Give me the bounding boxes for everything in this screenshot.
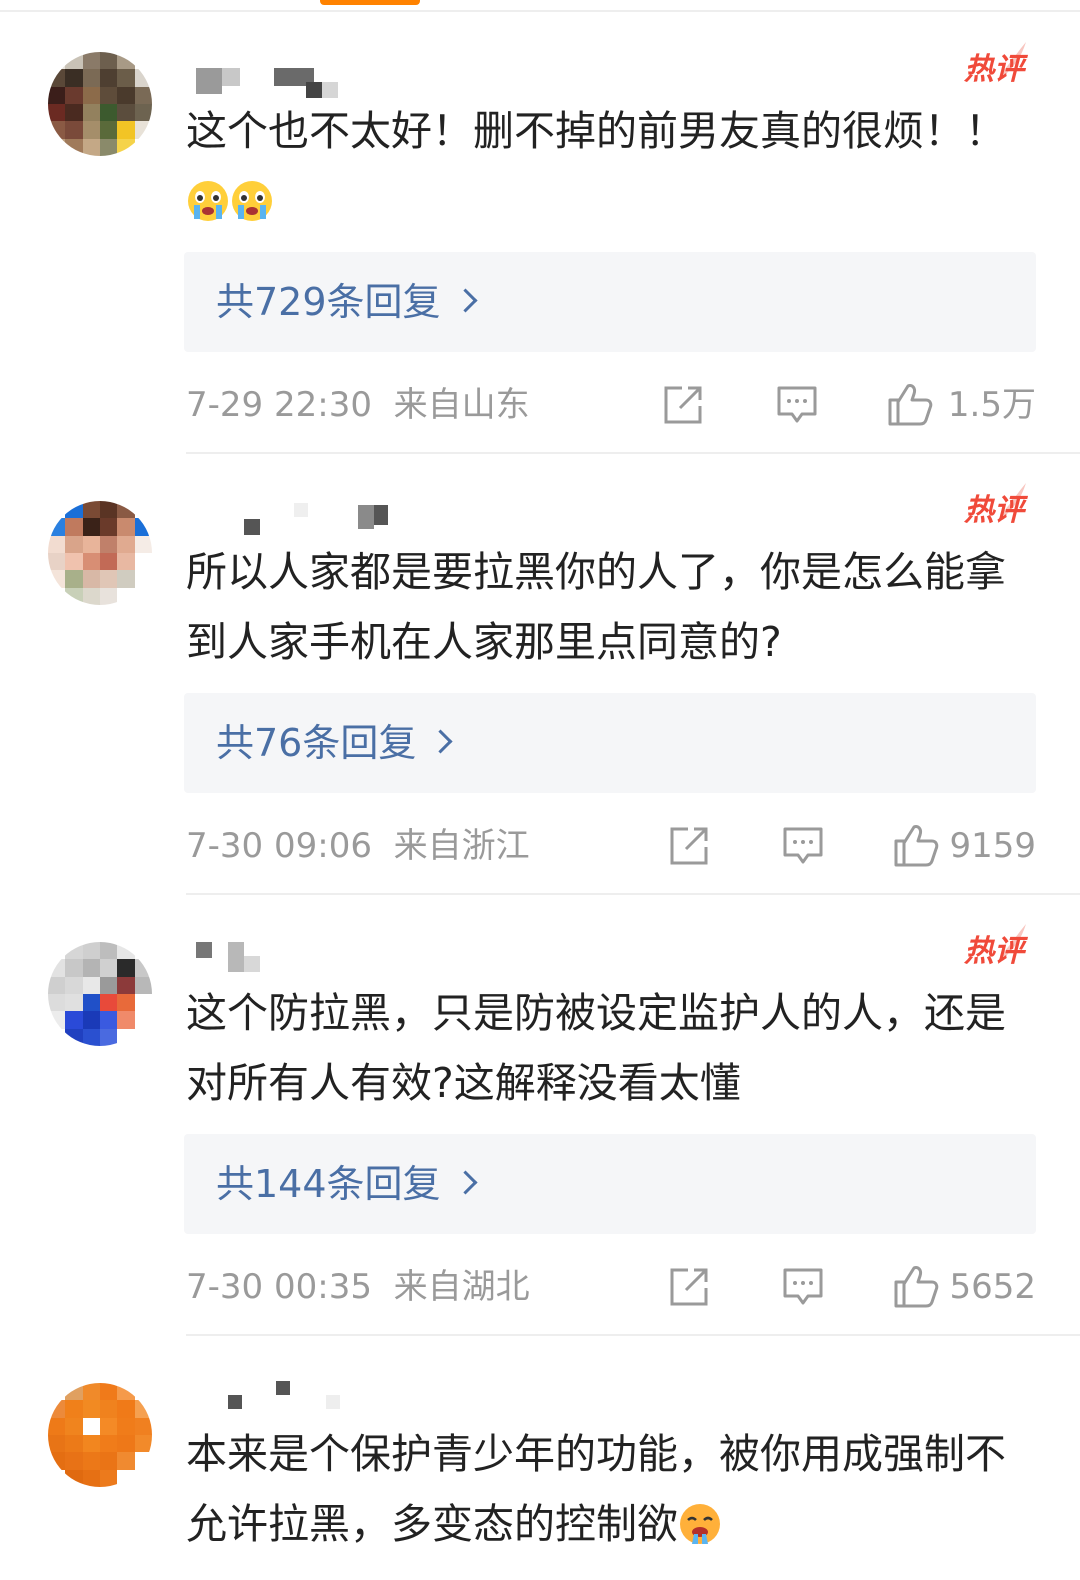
username-pixelated[interactable] [190,64,370,100]
chevron-right-icon [428,729,453,754]
like-count: 1.5万 [947,385,1036,425]
like-count: 5652 [949,1267,1036,1307]
comment-icon[interactable] [776,384,818,426]
username-pixelated[interactable] [190,501,388,537]
share-icon[interactable] [668,1266,710,1308]
comment-body: 这个也不太好！删不掉的前男友真的很烦！！ [186,107,1006,155]
avatar[interactable] [48,1383,152,1487]
comment-meta: 7-30 00:35 来自湖北 5652 [186,1262,1036,1312]
comment-divider [186,1334,1080,1336]
hot-label: 热评 [964,934,1024,969]
hot-label: 热评 [964,52,1024,87]
comment-body: 所以人家都是要拉黑你的人了，你是怎么能拿到人家手机在人家那里点同意的? [186,548,1006,666]
comment-text: 这个防拉黑，只是防被设定监护人的人，还是对所有人有效?这解释没看太懂 [186,978,1046,1118]
comment-text: 这个也不太好！删不掉的前男友真的很烦！！ [186,96,1046,236]
chevron-right-icon [453,1170,478,1195]
comment-icon[interactable] [782,1266,824,1308]
replies-count: 共729条回复 [216,280,441,324]
comment-divider [186,452,1080,454]
comment-body: 本来是个保护青少年的功能，被你用成强制不允许拉黑，多变态的控制欲 [186,1430,1006,1548]
like-count: 9159 [949,826,1036,866]
comment-meta: 7-29 22:30 来自山东 1.5万 [186,380,1036,430]
replies-count: 共144条回复 [216,1162,441,1206]
replies-link[interactable]: 共144条回复 [216,1134,478,1234]
hot-comment-badge: 热评 [944,924,1026,972]
username-pixelated[interactable] [190,1379,370,1415]
share-icon[interactable] [662,384,704,426]
comment-icon[interactable] [782,825,824,867]
like-icon[interactable] [892,821,940,869]
replies-link[interactable]: 共729条回复 [216,252,478,352]
replies-link[interactable]: 共76条回复 [216,693,453,793]
comment-meta: 7-30 09:06 来自浙江 9159 [186,821,1036,871]
timestamp: 7-30 00:35 来自湖北 [186,1267,530,1307]
hot-comment-badge: 热评 [944,42,1026,90]
hot-comment-badge: 热评 [944,483,1026,531]
top-divider [0,10,1080,12]
replies-box[interactable]: 共76条回复 [184,693,1036,793]
hot-face-icon [680,1504,720,1544]
crying-face-icon [188,181,228,221]
chevron-right-icon [453,288,478,313]
replies-count: 共76条回复 [216,721,417,765]
comment-text: 所以人家都是要拉黑你的人了，你是怎么能拿到人家手机在人家那里点同意的? [186,537,1046,677]
timestamp: 7-30 09:06 来自浙江 [186,826,530,866]
crying-face-icon [232,181,272,221]
avatar[interactable] [48,52,152,156]
comment-body: 这个防拉黑，只是防被设定监护人的人，还是对所有人有效?这解释没看太懂 [186,989,1006,1107]
comment-divider [186,893,1080,895]
like-icon[interactable] [886,380,934,428]
timestamp: 7-29 22:30 来自山东 [186,385,530,425]
share-icon[interactable] [668,825,710,867]
comment-text: 本来是个保护青少年的功能，被你用成强制不允许拉黑，多变态的控制欲 [186,1419,1046,1559]
like-icon[interactable] [892,1262,940,1310]
username-pixelated[interactable] [190,940,370,976]
active-tab-indicator [320,0,420,5]
replies-box[interactable]: 共144条回复 [184,1134,1036,1234]
avatar[interactable] [48,942,152,1046]
replies-box[interactable]: 共729条回复 [184,252,1036,352]
hot-label: 热评 [964,493,1024,528]
avatar[interactable] [48,501,152,605]
